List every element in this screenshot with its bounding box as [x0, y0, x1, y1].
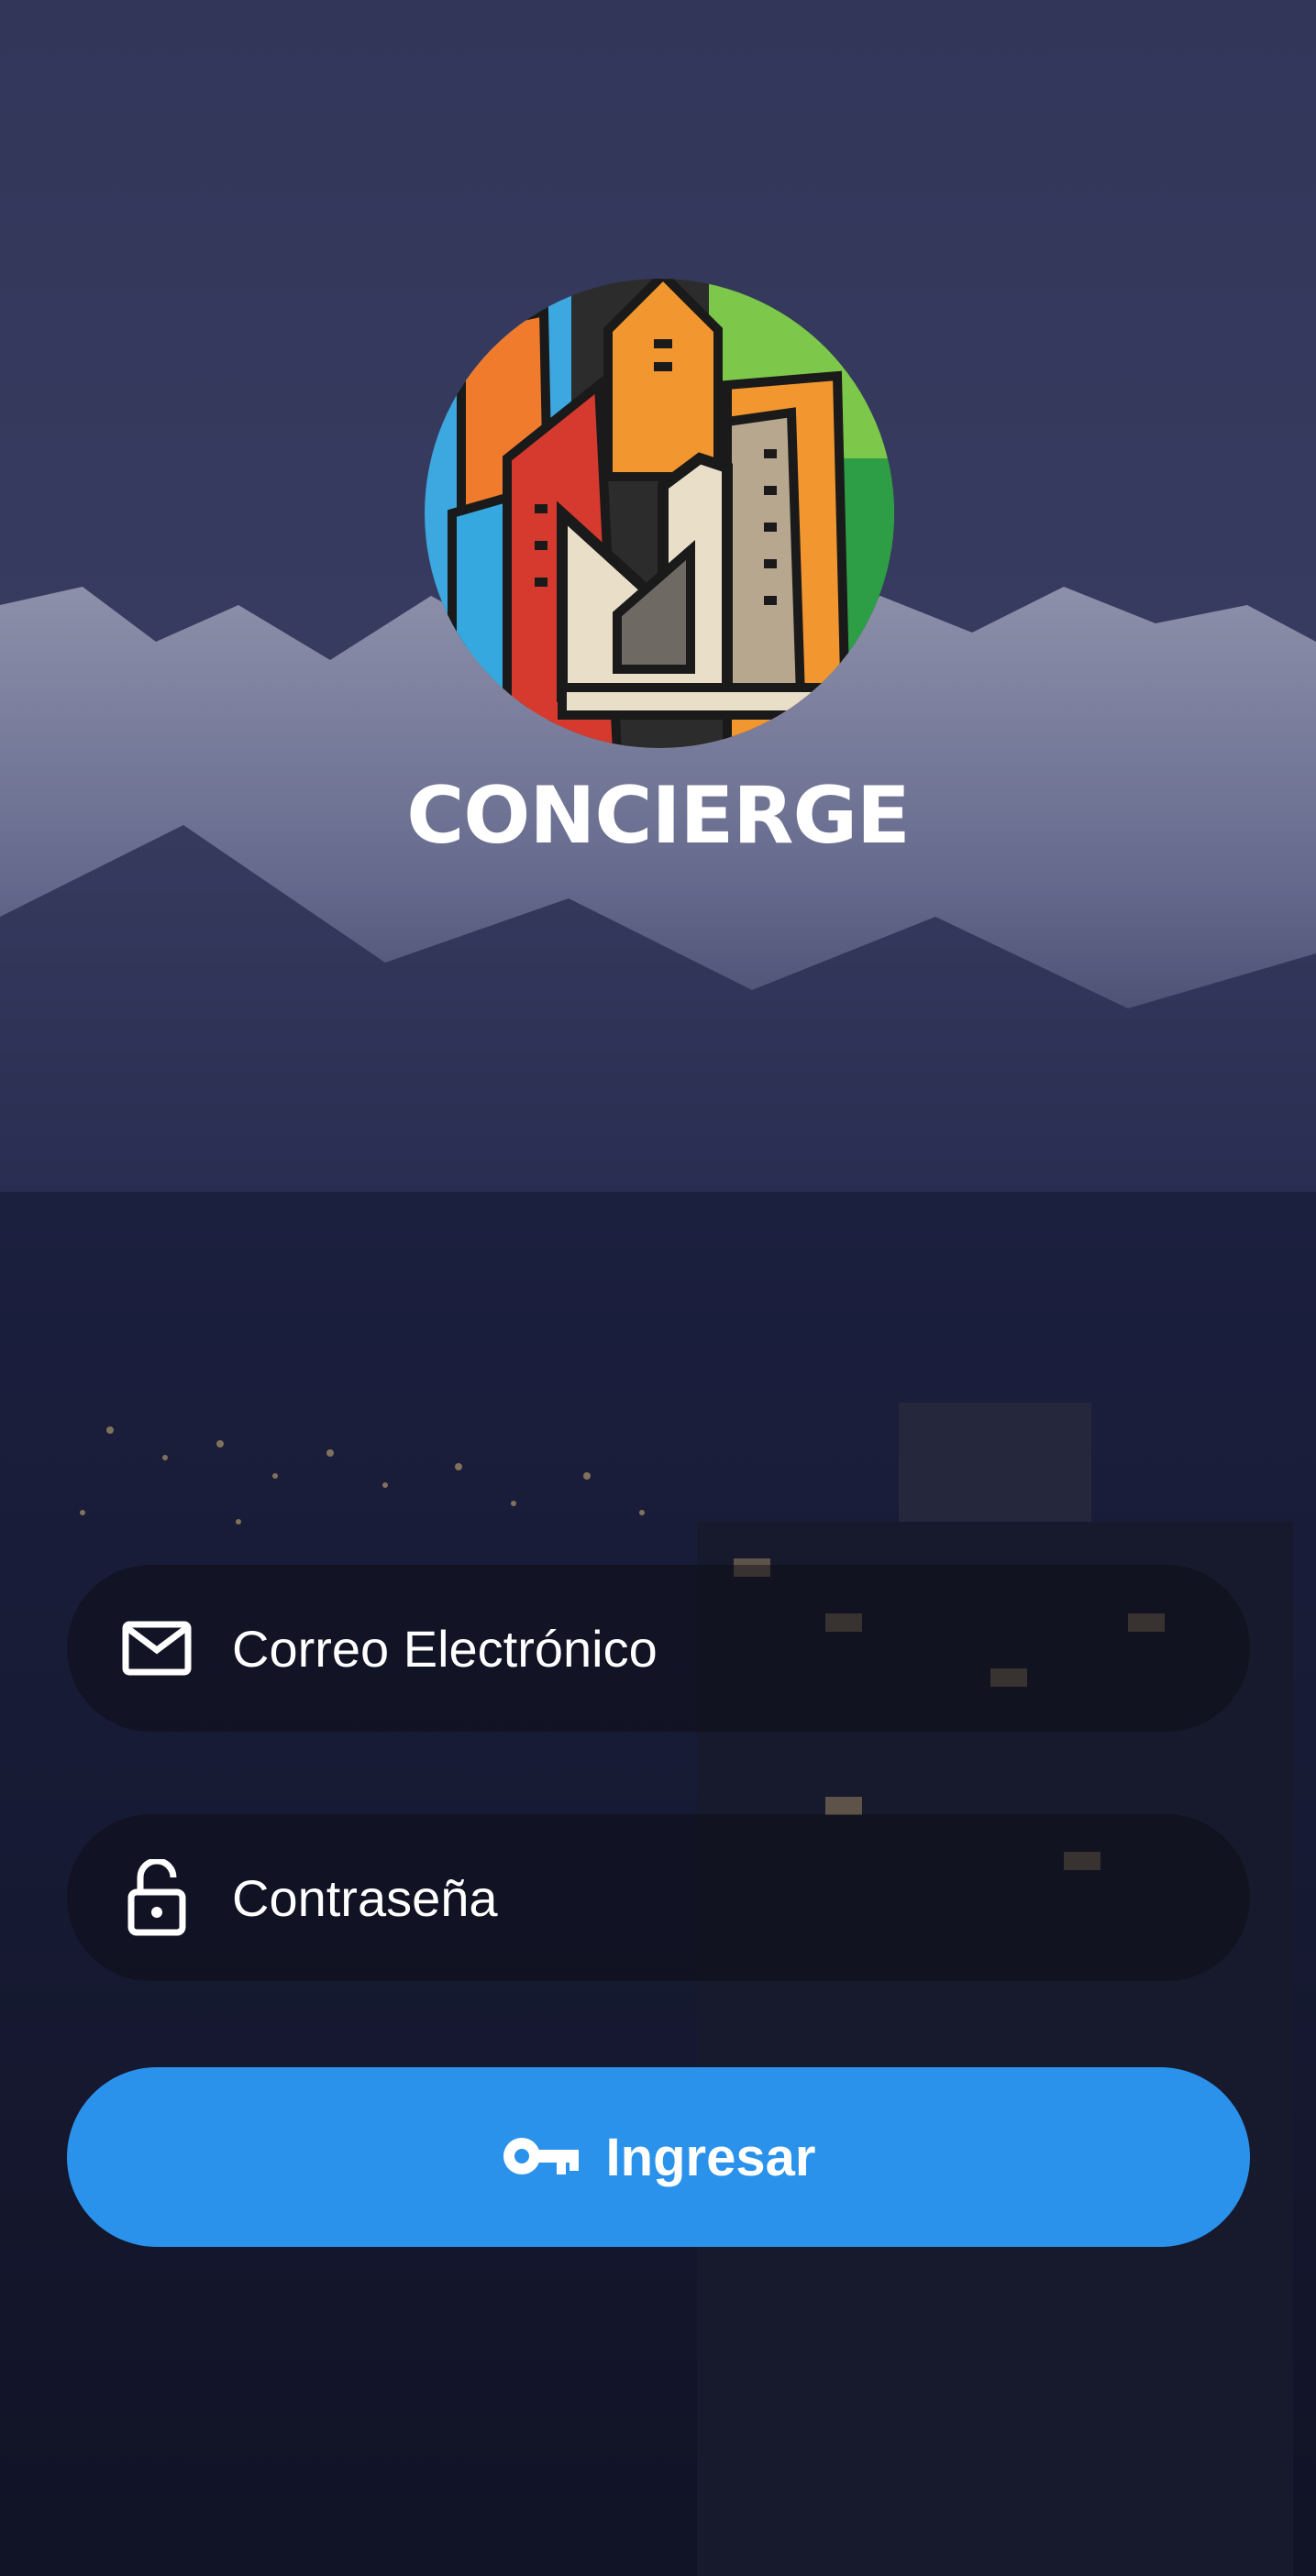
app-logo: [425, 275, 894, 752]
brand-name: CONCIERGE: [406, 770, 911, 862]
password-input[interactable]: [232, 1814, 1195, 1981]
unlock-icon: [102, 1843, 212, 1953]
login-button[interactable]: Ingresar: [67, 2067, 1250, 2247]
key-icon: [502, 2134, 581, 2181]
password-field-container[interactable]: [67, 1814, 1250, 1981]
email-field-container[interactable]: [67, 1565, 1250, 1732]
login-button-label: Ingresar: [605, 2127, 816, 2187]
email-input[interactable]: [232, 1565, 1195, 1732]
mail-icon: [102, 1593, 212, 1703]
